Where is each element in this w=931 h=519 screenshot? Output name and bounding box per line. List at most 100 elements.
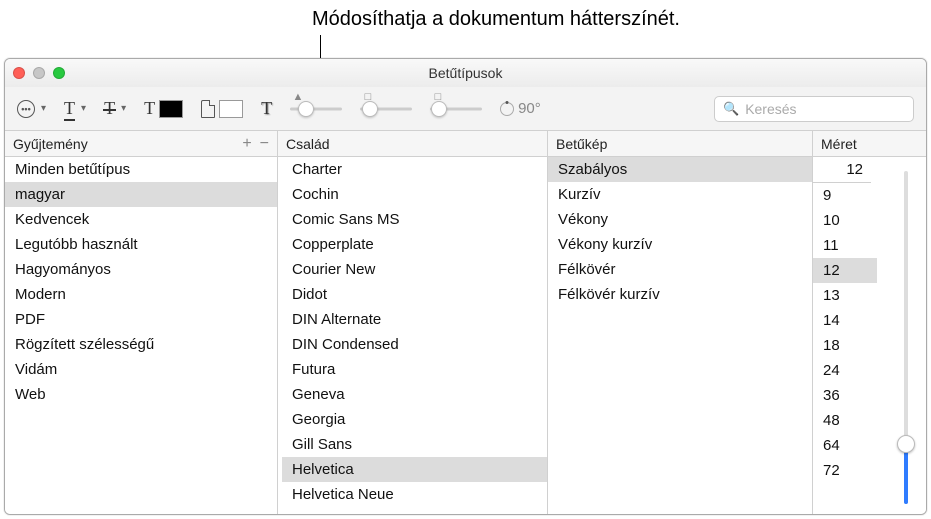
size-item[interactable]: 36 xyxy=(813,383,877,408)
underline-menu-button[interactable]: T ▾ xyxy=(64,98,86,119)
slider-thumb[interactable] xyxy=(362,101,378,117)
family-header: Család xyxy=(278,131,547,157)
family-item[interactable]: Courier New xyxy=(282,257,547,282)
search-icon: 🔍 xyxy=(723,101,739,117)
strikethrough-menu-button[interactable]: T ▾ xyxy=(104,98,126,119)
collection-header-label: Gyűjtemény xyxy=(13,136,88,152)
chevron-down-icon: ▾ xyxy=(41,103,46,114)
size-item[interactable]: 9 xyxy=(813,183,877,208)
size-slider[interactable] xyxy=(896,171,916,504)
family-item[interactable]: Helvetica Neue xyxy=(282,482,547,507)
text-shadow-button[interactable]: T xyxy=(261,98,272,119)
search-field[interactable]: 🔍 xyxy=(714,96,914,122)
size-item[interactable]: 48 xyxy=(813,408,877,433)
window-controls xyxy=(13,67,65,79)
collection-item[interactable]: Rögzített szélességű xyxy=(5,332,277,357)
family-item[interactable]: Georgia xyxy=(282,407,547,432)
family-item[interactable]: DIN Alternate xyxy=(282,307,547,332)
page-icon xyxy=(201,100,215,118)
background-color-swatch xyxy=(219,100,243,118)
actions-menu-button[interactable]: ••• ▾ xyxy=(17,100,46,118)
collection-item[interactable]: Kedvencek xyxy=(5,207,277,232)
family-item[interactable]: Geneva xyxy=(282,382,547,407)
collection-item[interactable]: Modern xyxy=(5,282,277,307)
size-item[interactable]: 13 xyxy=(813,283,877,308)
text-color-icon: T xyxy=(144,98,155,119)
add-collection-button[interactable]: + xyxy=(242,136,251,152)
collection-item[interactable]: Vidám xyxy=(5,357,277,382)
collection-item[interactable]: Web xyxy=(5,382,277,407)
typeface-header: Betűkép xyxy=(548,131,812,157)
collection-item[interactable]: Hagyományos xyxy=(5,257,277,282)
toolbar: ••• ▾ T ▾ T ▾ T T ▲ □ xyxy=(5,87,926,131)
family-item[interactable]: Cochin xyxy=(282,182,547,207)
collection-item[interactable]: PDF xyxy=(5,307,277,332)
window-title: Betűtípusok xyxy=(5,65,926,81)
family-list[interactable]: CharterCochinComic Sans MSCopperplateCou… xyxy=(282,157,547,514)
size-item[interactable]: 14 xyxy=(813,308,877,333)
typeface-item[interactable]: Félkövér xyxy=(548,257,812,282)
collection-list[interactable]: Minden betűtípusmagyarKedvencekLegutóbb … xyxy=(5,157,277,514)
minimize-window-button[interactable] xyxy=(33,67,45,79)
size-item[interactable]: 64 xyxy=(813,433,877,458)
shadow-blur-slider[interactable]: □ xyxy=(360,99,412,119)
size-list[interactable]: 91011121314182436486472 xyxy=(813,183,877,514)
size-item[interactable]: 18 xyxy=(813,333,877,358)
family-item[interactable]: Charter xyxy=(282,157,547,182)
typeface-item[interactable]: Vékony kurzív xyxy=(548,232,812,257)
slider-thumb[interactable] xyxy=(897,435,915,453)
slider-thumb[interactable] xyxy=(431,101,447,117)
fonts-window: Betűtípusok ••• ▾ T ▾ T ▾ T T ▲ xyxy=(4,58,927,515)
document-background-color-button[interactable] xyxy=(201,100,243,118)
family-header-label: Család xyxy=(286,136,330,152)
typeface-item[interactable]: Félkövér kurzív xyxy=(548,282,812,307)
family-column: Család CharterCochinComic Sans MSCopperp… xyxy=(278,131,548,514)
strikethrough-icon: T xyxy=(104,98,115,119)
shadow-offset-slider[interactable]: □ xyxy=(430,99,482,119)
close-window-button[interactable] xyxy=(13,67,25,79)
family-item[interactable]: Copperplate xyxy=(282,232,547,257)
size-item[interactable]: 10 xyxy=(813,208,877,233)
collection-column: Gyűjtemény + − Minden betűtípusmagyarKed… xyxy=(5,131,278,514)
shadow-angle-control[interactable]: 90° xyxy=(500,100,541,117)
family-item[interactable]: Comic Sans MS xyxy=(282,207,547,232)
shadow-angle-value: 90° xyxy=(518,100,541,117)
size-item[interactable]: 72 xyxy=(813,458,877,483)
family-item[interactable]: Futura xyxy=(282,357,547,382)
callout-label: Módosíthatja a dokumentum hátterszínét. xyxy=(312,8,680,31)
typeface-header-label: Betűkép xyxy=(556,136,607,152)
typeface-item[interactable]: Kurzív xyxy=(548,182,812,207)
slider-thumb[interactable] xyxy=(298,101,314,117)
collection-item[interactable]: Minden betűtípus xyxy=(5,157,277,182)
underline-icon: T xyxy=(64,98,75,119)
typeface-column: Betűkép SzabályosKurzívVékonyVékony kurz… xyxy=(548,131,813,514)
family-item[interactable]: DIN Condensed xyxy=(282,332,547,357)
ellipsis-circle-icon: ••• xyxy=(17,100,35,118)
collection-item[interactable]: Legutóbb használt xyxy=(5,232,277,257)
collection-header: Gyűjtemény + − xyxy=(5,131,277,157)
size-input[interactable] xyxy=(813,157,871,183)
text-color-swatch xyxy=(159,100,183,118)
angle-dial-icon xyxy=(500,102,514,116)
search-input[interactable] xyxy=(745,101,905,117)
titlebar: Betűtípusok xyxy=(5,59,926,87)
size-header-label: Méret xyxy=(821,136,857,152)
size-header: Méret xyxy=(813,131,926,157)
typeface-list[interactable]: SzabályosKurzívVékonyVékony kurzívFélköv… xyxy=(548,157,812,514)
chevron-down-icon: ▾ xyxy=(121,103,126,114)
typeface-item[interactable]: Vékony xyxy=(548,207,812,232)
size-item[interactable]: 11 xyxy=(813,233,877,258)
text-color-button[interactable]: T xyxy=(144,98,183,119)
zoom-window-button[interactable] xyxy=(53,67,65,79)
typeface-item[interactable]: Szabályos xyxy=(548,157,812,182)
chevron-down-icon: ▾ xyxy=(81,103,86,114)
columns: Gyűjtemény + − Minden betűtípusmagyarKed… xyxy=(5,131,926,514)
remove-collection-button[interactable]: − xyxy=(260,136,269,152)
shadow-opacity-slider[interactable]: ▲ xyxy=(290,99,342,119)
family-item[interactable]: Didot xyxy=(282,282,547,307)
size-item[interactable]: 12 xyxy=(813,258,877,283)
size-item[interactable]: 24 xyxy=(813,358,877,383)
family-item[interactable]: Gill Sans xyxy=(282,432,547,457)
collection-item[interactable]: magyar xyxy=(5,182,277,207)
family-item[interactable]: Helvetica xyxy=(282,457,547,482)
